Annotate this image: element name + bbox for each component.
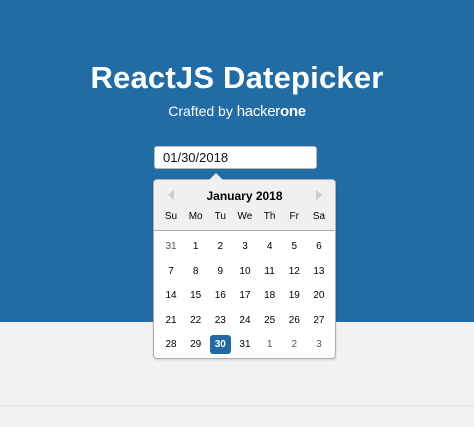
calendar-day[interactable]: 1 bbox=[259, 335, 280, 354]
weekday-label: Sa bbox=[312, 211, 326, 222]
calendar-day[interactable]: 5 bbox=[284, 237, 305, 256]
calendar-day[interactable]: 4 bbox=[259, 237, 280, 256]
chevron-right-icon[interactable] bbox=[316, 190, 322, 200]
weekday-label: Th bbox=[263, 211, 276, 222]
calendar-day[interactable]: 26 bbox=[284, 311, 305, 330]
weekday-label: Tu bbox=[214, 211, 226, 222]
calendar-day[interactable]: 12 bbox=[284, 262, 305, 281]
calendar-pointer bbox=[209, 173, 223, 180]
calendar-day[interactable]: 17 bbox=[234, 286, 255, 305]
calendar-day[interactable]: 24 bbox=[234, 311, 255, 330]
weekday-label: Su bbox=[164, 211, 178, 222]
weekday-label: Mo bbox=[188, 211, 203, 222]
calendar-day[interactable]: 7 bbox=[161, 262, 182, 281]
calendar-day[interactable]: 20 bbox=[308, 286, 329, 305]
week-row: 31 1 2 3 4 5 6 bbox=[159, 237, 331, 262]
datepicker-calendar: January 2018 Su Mo Tu We Th Fr Sa 31 1 2 3 4 5 6 7 8 9 1… bbox=[153, 173, 336, 360]
week-row: 14 15 16 17 18 19 20 bbox=[159, 286, 331, 311]
calendar-day[interactable]: 19 bbox=[284, 286, 305, 305]
calendar-day[interactable]: 22 bbox=[185, 311, 206, 330]
calendar-day[interactable]: 3 bbox=[234, 237, 255, 256]
month-title: January 2018 bbox=[206, 189, 283, 203]
calendar-day[interactable]: 13 bbox=[308, 262, 329, 281]
calendar-day[interactable]: 31 bbox=[234, 335, 255, 354]
footer-divider bbox=[0, 405, 474, 406]
week-row: 28 29 30 31 1 2 3 bbox=[159, 335, 331, 360]
calendar-day[interactable]: 29 bbox=[185, 335, 206, 354]
calendar-day[interactable]: 18 bbox=[259, 286, 280, 305]
calendar-day[interactable]: 1 bbox=[185, 237, 206, 256]
calendar-day[interactable]: 2 bbox=[284, 335, 305, 354]
subtitle: Crafted by hackerone bbox=[0, 103, 474, 120]
calendar-day[interactable]: 25 bbox=[259, 311, 280, 330]
weekday-row: Su Mo Tu We Th Fr Sa bbox=[159, 210, 331, 226]
calendar-day[interactable]: 11 bbox=[259, 262, 280, 281]
week-row: 21 22 23 24 25 26 27 bbox=[159, 311, 331, 336]
subtitle-prefix: Crafted by bbox=[168, 103, 233, 119]
calendar-day[interactable]: 9 bbox=[210, 262, 231, 281]
calendar-day[interactable]: 10 bbox=[234, 262, 255, 281]
calendar-day[interactable]: 31 bbox=[161, 237, 182, 256]
week-row: 7 8 9 10 11 12 13 bbox=[159, 262, 331, 287]
weekday-label: Fr bbox=[289, 211, 299, 222]
date-input[interactable] bbox=[154, 146, 317, 169]
calendar-day[interactable]: 2 bbox=[210, 237, 231, 256]
brand-logo[interactable]: hackerone bbox=[237, 103, 306, 120]
calendar-day[interactable]: 8 bbox=[185, 262, 206, 281]
weekday-label: We bbox=[237, 211, 253, 222]
calendar-header: January 2018 Su Mo Tu We Th Fr Sa bbox=[154, 180, 335, 231]
brand-light: hacker bbox=[236, 103, 281, 120]
calendar-day[interactable]: 16 bbox=[210, 286, 231, 305]
calendar-day[interactable]: 23 bbox=[210, 311, 231, 330]
calendar-day[interactable]: 3 bbox=[308, 335, 329, 354]
brand-bold: one bbox=[279, 103, 306, 120]
calendar-day[interactable]: 27 bbox=[308, 311, 329, 330]
calendar-day[interactable]: 28 bbox=[161, 335, 182, 354]
page-title: ReactJS Datepicker bbox=[90, 60, 384, 95]
calendar-day[interactable]: 21 bbox=[161, 311, 182, 330]
calendar-day[interactable]: 14 bbox=[161, 286, 182, 305]
selected-day[interactable]: 30 bbox=[209, 335, 231, 354]
days-grid: 31 1 2 3 4 5 6 7 8 9 10 11 12 13 14 15 16 17 18 19 20 21 22 23 2… bbox=[159, 237, 331, 360]
calendar-day[interactable]: 15 bbox=[185, 286, 206, 305]
calendar-day[interactable]: 6 bbox=[308, 237, 329, 256]
